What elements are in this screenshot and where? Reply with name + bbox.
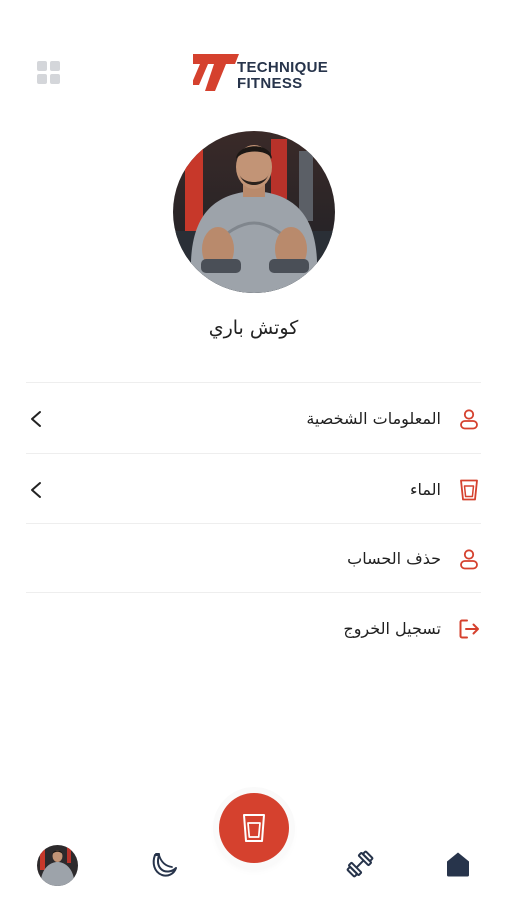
logo-mark-icon	[193, 54, 239, 91]
logo-text: TECHNIQUE FITNESS	[237, 60, 328, 92]
logo: TECHNIQUE FITNESS	[193, 53, 333, 95]
home-icon[interactable]	[443, 849, 473, 879]
profile-avatar[interactable]	[173, 131, 335, 293]
menu-item-label: تسجيل الخروج	[343, 619, 441, 638]
logout-icon	[459, 619, 479, 639]
water-glass-icon	[460, 479, 478, 501]
add-water-button[interactable]	[219, 793, 289, 863]
menu-item-water[interactable]: الماء	[26, 456, 481, 524]
user-icon	[460, 549, 478, 570]
dumbbell-icon[interactable]	[345, 849, 375, 879]
grid-icon-cell	[50, 61, 60, 71]
nav-profile-avatar[interactable]	[37, 845, 78, 886]
menu-item-label: حذف الحساب	[347, 549, 441, 568]
divider	[26, 592, 481, 593]
chevron-left-icon	[31, 482, 41, 498]
menu-item-delete-account[interactable]: حذف الحساب	[26, 525, 481, 593]
profile-name: كوتش باري	[208, 317, 299, 339]
menu-item-logout[interactable]: تسجيل الخروج	[26, 595, 481, 663]
logo-line1: TECHNIQUE	[237, 59, 329, 76]
user-icon	[460, 409, 478, 430]
menu-grid-button[interactable]	[37, 61, 61, 85]
divider	[26, 382, 481, 383]
divider	[26, 523, 481, 524]
avatar	[37, 845, 78, 886]
water-glass-icon	[243, 814, 265, 842]
menu-item-personal-info[interactable]: المعلومات الشخصية	[26, 385, 481, 453]
menu-item-label: المعلومات الشخصية	[306, 409, 441, 428]
banana-icon[interactable]	[148, 850, 178, 880]
divider	[26, 453, 481, 454]
logo-line2: FITNESS	[237, 75, 303, 92]
grid-icon-cell	[37, 74, 47, 84]
grid-icon-cell	[50, 74, 60, 84]
profile-photo	[173, 131, 335, 293]
grid-icon	[37, 61, 47, 71]
menu-item-label: الماء	[410, 480, 441, 499]
chevron-left-icon	[31, 411, 41, 427]
